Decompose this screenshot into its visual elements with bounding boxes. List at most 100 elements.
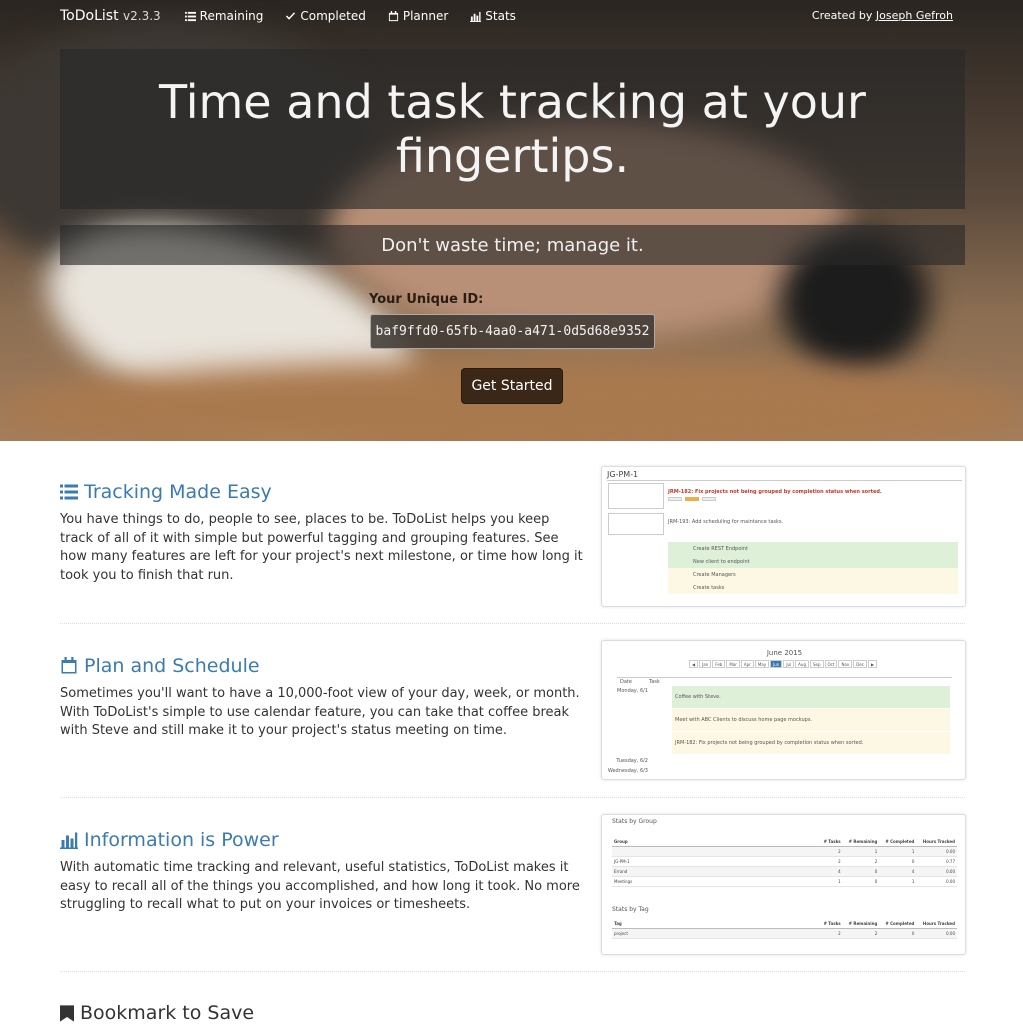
- shot2-col-task: Task: [649, 679, 660, 685]
- table-header-cell: Group: [612, 837, 819, 847]
- credit-prefix: Created by: [811, 9, 873, 22]
- table-header-cell: # Completed: [879, 837, 917, 847]
- calendar-icon: [61, 657, 77, 674]
- brand-link[interactable]: ToDoList v2.3.3: [60, 8, 161, 24]
- shot1-task1: JRM-182: Fix projects not being grouped …: [668, 489, 882, 495]
- shot2-month-button: Mar: [726, 660, 740, 668]
- nav-stats[interactable]: Stats: [470, 9, 516, 23]
- hero-title-box: Time and task tracking at your fingertip…: [60, 49, 965, 209]
- hero-subtitle-box: Don't waste time; manage it.: [60, 225, 965, 265]
- shot2-task1: Coffee with Steve.: [675, 694, 721, 700]
- table-header-row: Group # Tasks # Remaining # Completed Hours …: [612, 837, 957, 847]
- feature-tracking-title: Tracking Made Easy: [84, 481, 272, 503]
- shot3-group-table: Group # Tasks # Remaining # Completed Hours …: [612, 837, 957, 887]
- bookmark-heading: Bookmark to Save: [60, 1002, 254, 1024]
- section-divider: [60, 971, 965, 972]
- feature-tracking-body: You have things to do, people to see, pl…: [60, 512, 583, 583]
- table-cell: 1: [879, 846, 917, 857]
- table-header-cell: Hours Tracked: [916, 919, 957, 929]
- shot3-by-group: Stats by Group: [612, 818, 657, 825]
- table-row: 2 1 1 0.00: [612, 846, 957, 857]
- nav-completed-label: Completed: [300, 9, 366, 23]
- shot1-tag: [668, 497, 682, 501]
- table-cell: 2: [819, 928, 843, 939]
- table-row: Meetings 1 0 1 0.00: [612, 876, 957, 887]
- shot1-tag: [702, 497, 716, 501]
- table-header-cell: Tag: [612, 919, 819, 929]
- shot2-month-button: ◀: [689, 660, 699, 668]
- shot2-month-button: May: [754, 660, 770, 668]
- shot2-task-row: Coffee with Steve.: [672, 686, 950, 708]
- nav-remaining[interactable]: Remaining: [184, 9, 263, 23]
- shot2-month: June 2015: [766, 649, 803, 657]
- shot1-tag: [685, 497, 699, 501]
- shot1-subtask-row: Create Managers: [668, 568, 958, 581]
- table-cell: 0.00: [916, 866, 957, 877]
- shot1-header-rule: [607, 480, 962, 481]
- table-cell: 0: [879, 856, 917, 867]
- get-started-button[interactable]: Get Started: [461, 368, 563, 404]
- shot1-subtask-row: Create tasks: [668, 581, 958, 594]
- shot1-task2: JRM-193: Add scheduling for maintance ta…: [668, 519, 784, 525]
- shot2-month-button: Jun: [770, 660, 783, 668]
- shot1-subtask-row: Create REST Endpoint: [668, 542, 958, 555]
- table-cell: 0.00: [916, 876, 957, 887]
- shot3-tag-table: Tag # Tasks # Remaining # Completed Hours Tr…: [612, 919, 957, 939]
- top-navbar: ToDoList v2.3.3 Remaining Completed Plan…: [0, 0, 1023, 32]
- table-header-cell: Hours Tracked: [916, 837, 957, 847]
- shot1-subtask-label: Create tasks: [693, 585, 725, 591]
- shot2-month-strip: ◀ Jan Feb Mar Apr May Jun Jul Aug Sep Oct Nov Dec ▶: [689, 660, 878, 668]
- table-header-cell: # Completed: [879, 919, 917, 929]
- shot2-month-button: Sep: [809, 660, 824, 668]
- unique-id-field[interactable]: baf9ffd0-65fb-4aa0-a471-0d5d68e9352: [370, 314, 655, 349]
- table-cell: 0: [842, 876, 880, 887]
- hero-subtitle: Don't waste time; manage it.: [381, 234, 644, 256]
- table-cell: 2: [842, 928, 880, 939]
- table-row: project 2 2 0 0.00: [612, 928, 957, 939]
- stats-table: Tag # Tasks # Remaining # Completed Hours Tr…: [612, 919, 957, 939]
- credit-text: Created by Joseph Gefroh: [812, 9, 953, 22]
- hero-title: Time and task tracking at your fingertip…: [159, 75, 866, 183]
- table-cell: 1: [819, 876, 843, 887]
- shot2-task3: JRM-182: Fix projects not being grouped …: [675, 740, 864, 746]
- bar-chart-icon: [470, 11, 482, 22]
- shot2-month-button: Oct: [824, 660, 838, 668]
- shot1-header: JG-PM-1: [607, 470, 639, 479]
- list-icon: [184, 11, 196, 21]
- shot2-task2: Meet with ABC Clients to discuss home pa…: [675, 717, 813, 723]
- shot2-task-row: JRM-182: Fix projects not being grouped …: [672, 732, 950, 754]
- table-cell: 0.00: [916, 928, 957, 939]
- shot1-controls-1: [608, 483, 664, 509]
- shot2-day1: Monday, 6/1: [617, 688, 648, 694]
- shot2-month-button: Nov: [838, 660, 853, 668]
- stats-table: Group # Tasks # Remaining # Completed Hours …: [612, 837, 957, 887]
- list-icon: [60, 484, 78, 500]
- table-header-row: Tag # Tasks # Remaining # Completed Hours Tr…: [612, 919, 957, 929]
- nav-planner[interactable]: Planner: [388, 9, 448, 23]
- table-cell: [612, 846, 819, 857]
- nav-stats-label: Stats: [485, 9, 516, 23]
- feature-planner-title: Plan and Schedule: [84, 655, 260, 677]
- table-cell: Errand: [612, 866, 819, 877]
- table-cell: project: [612, 928, 819, 939]
- author-link[interactable]: Joseph Gefroh: [876, 9, 953, 22]
- section-divider: [60, 623, 965, 624]
- table-row: Errand 4 0 4 0.00: [612, 866, 957, 877]
- feature-stats-title: Information is Power: [84, 829, 279, 851]
- shot3-by-tag: Stats by Tag: [612, 906, 649, 913]
- nav-completed[interactable]: Completed: [285, 9, 366, 23]
- shot1-controls-2: [608, 513, 664, 535]
- feature-stats-body: With automatic time tracking and relevan…: [60, 860, 580, 912]
- table-cell: 1: [842, 846, 880, 857]
- table-cell: 0: [879, 928, 917, 939]
- shot2-month-button: Jan: [699, 660, 712, 668]
- table-cell: 1: [879, 876, 917, 887]
- brand-version: v2.3.3: [123, 9, 161, 23]
- table-cell: 4: [879, 866, 917, 877]
- bar-chart-icon: [60, 832, 78, 849]
- table-cell: 0: [842, 866, 880, 877]
- bookmark-title: Bookmark to Save: [80, 1002, 255, 1024]
- shot1-subtask-label: Create Managers: [693, 572, 736, 578]
- check-icon: [286, 11, 296, 20]
- shot2-rule: [617, 677, 952, 678]
